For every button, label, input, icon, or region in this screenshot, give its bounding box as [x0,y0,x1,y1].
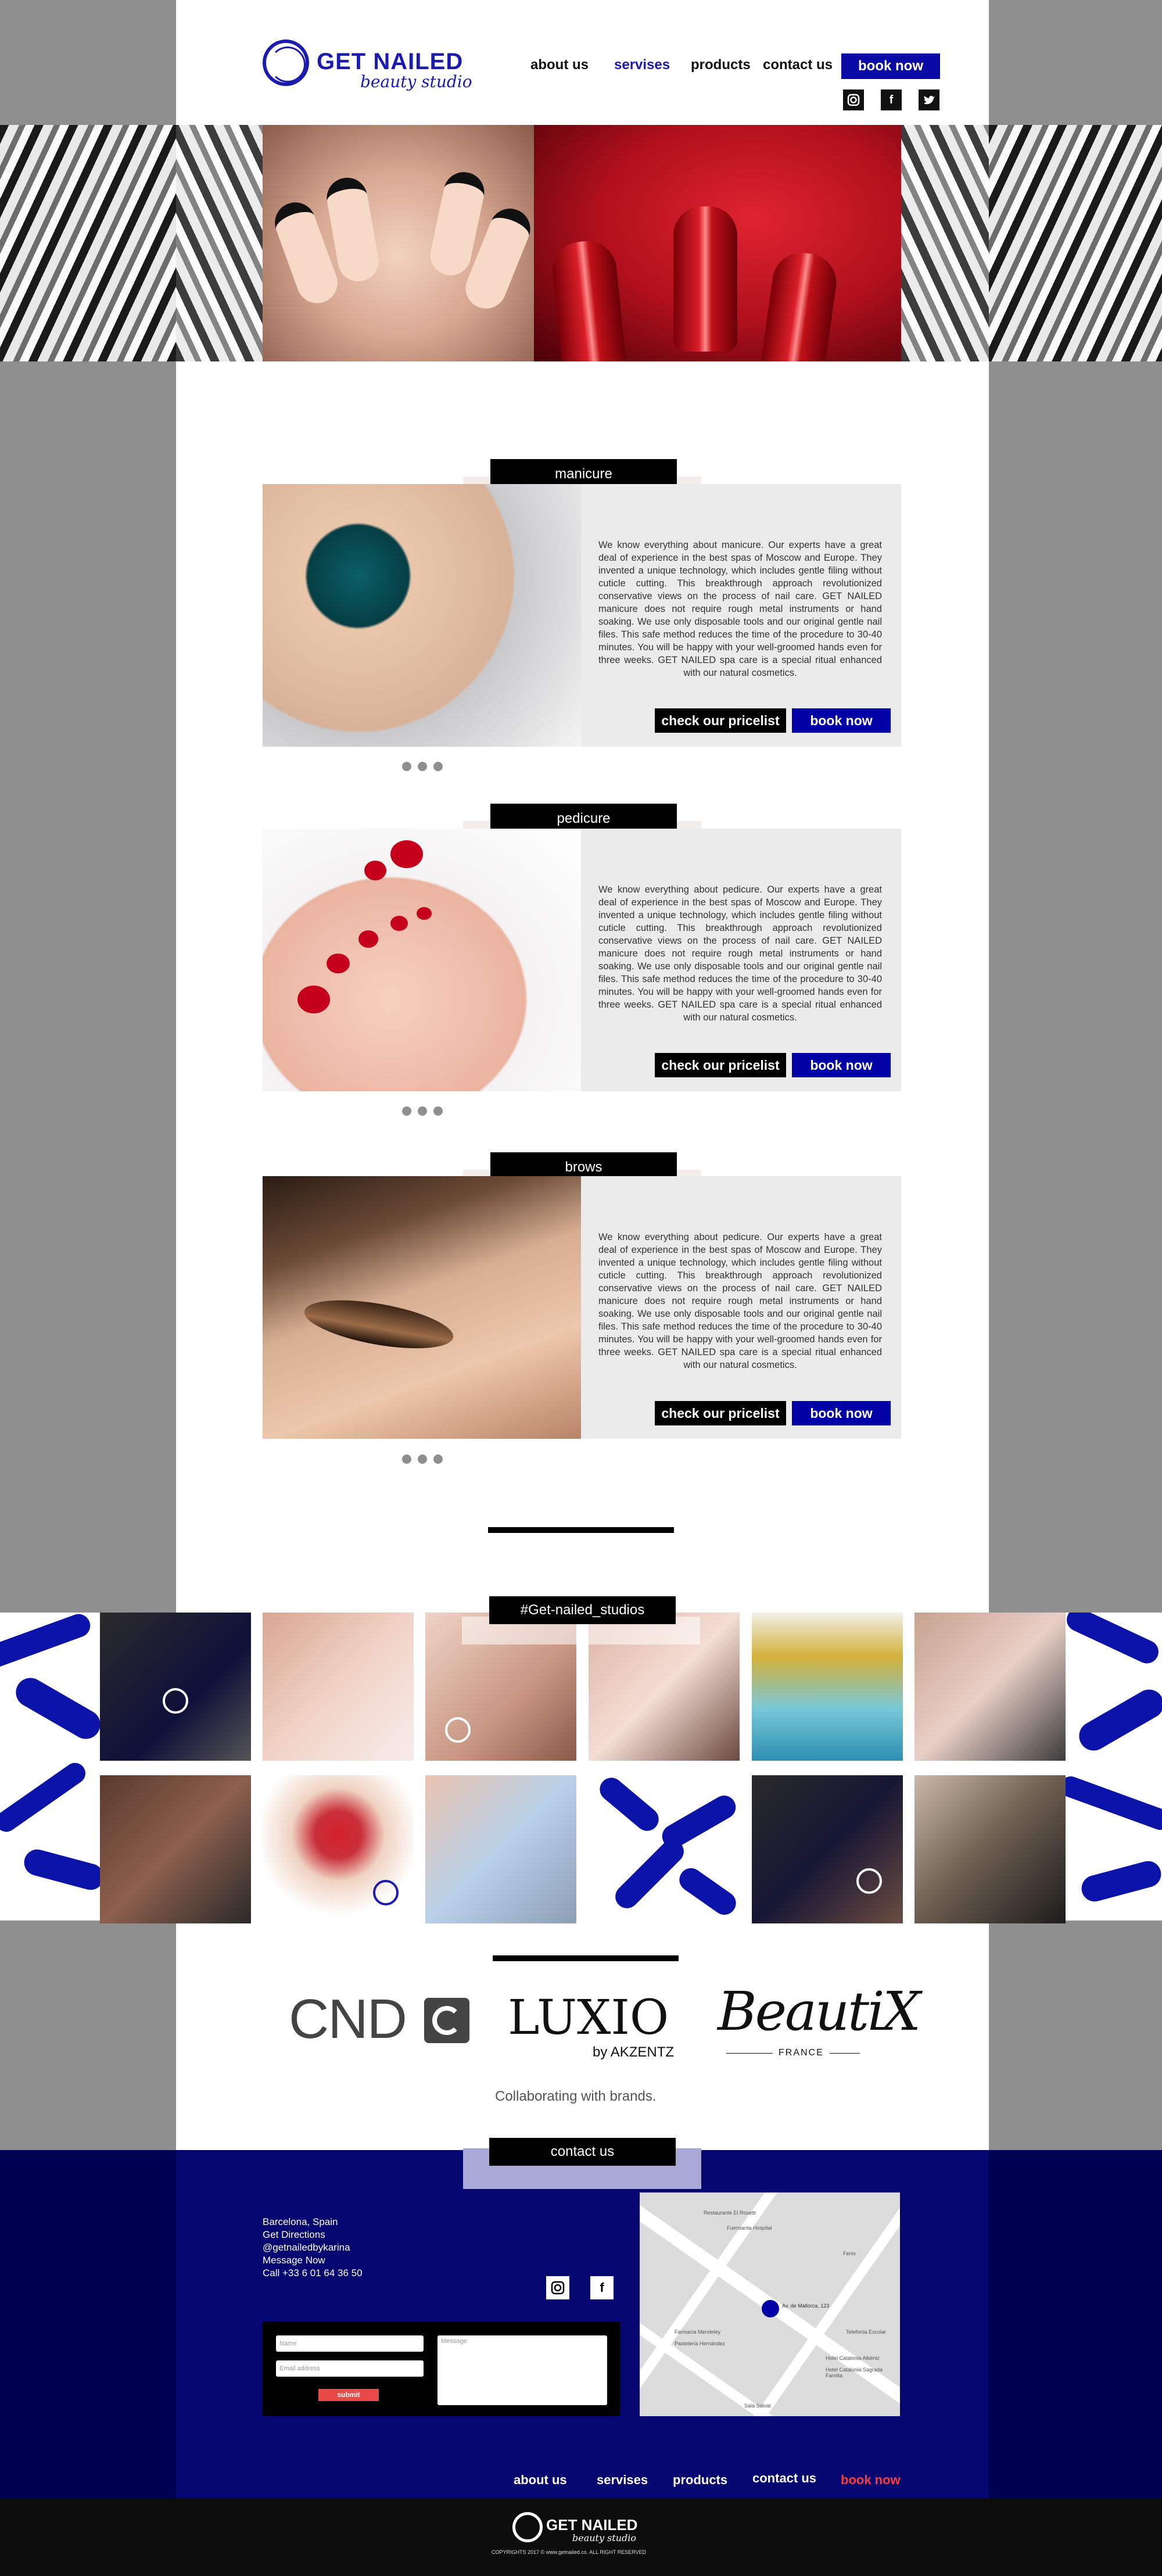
map-label: Farmacia Mendeley [675,2329,721,2335]
message-now-link[interactable]: Message Now [263,2254,325,2267]
submit-button[interactable]: submit [318,2389,379,2401]
facebook-icon[interactable]: f [881,89,902,110]
carousel-dot[interactable] [433,1106,443,1116]
message-field[interactable]: Message [437,2335,607,2405]
map-label: Fuensanta Hospital [727,2225,772,2231]
brand-name[interactable]: GET NAILED [317,49,463,75]
map-label: Pastelería Hernández [675,2341,726,2346]
footer-nav-services[interactable]: servises [597,2473,648,2488]
pricelist-button[interactable]: check our pricelist [655,708,786,733]
brand-logo-cnd: CND [289,1988,407,2050]
hero-leaves-left-inner [176,125,263,361]
hero-image-lips [534,125,901,361]
footer-brand-name[interactable]: GET NAILED [546,2516,637,2534]
instagram-photo[interactable] [914,1613,1066,1761]
manicure-text: We know everything about manicure. Our e… [598,540,882,678]
email-field[interactable]: Email address [276,2360,424,2377]
pedicure-text: We know everything about pedicure. Our e… [598,884,882,1023]
carousel-dot[interactable] [433,762,443,771]
pedicure-image [263,829,581,1091]
map-label: Sala Salvat [744,2403,771,2409]
map-label: Telefonía Escolar [846,2329,887,2335]
instagram-handle[interactable]: @getnailedbykarina [263,2241,350,2254]
twitter-icon[interactable] [919,89,939,110]
instagram-photo[interactable] [914,1775,1066,1923]
instagram-photo[interactable] [263,1775,414,1923]
divider [488,1527,674,1533]
phone-number[interactable]: Call +33 6 01 64 36 50 [263,2267,363,2280]
book-now-button[interactable]: book now [792,708,891,733]
facebook-icon[interactable]: f [590,2276,614,2299]
hero-leaves-right [989,125,1162,361]
nav-about[interactable]: about us [530,57,589,73]
brand-logo-luxio: LUXIO [508,1990,669,2045]
book-now-button[interactable]: book now [841,53,940,79]
instagram-photo[interactable] [100,1775,251,1923]
pricelist-button[interactable]: check our pricelist [655,1053,786,1077]
footer-logo-icon[interactable] [512,2512,543,2542]
copyright: COPYRIGHTS 2017 © www.getnailed.co. ALL … [492,2549,647,2555]
brows-image [263,1176,581,1439]
carousel-dot[interactable] [402,1106,411,1116]
divider [493,1955,679,1961]
instagram-hashtag[interactable]: #Get-nailed_studios [489,1596,676,1624]
map-label: Hotel Catalonia Sagrada Familia [826,2367,883,2378]
manicure-image [263,484,581,747]
instagram-photo[interactable] [100,1613,251,1761]
footer-nav-book[interactable]: book now [841,2473,901,2488]
hero-leaves-right-inner [901,125,989,361]
footer-nav-about[interactable]: about us [514,2473,567,2488]
carousel-dot[interactable] [402,762,411,771]
logo-icon[interactable] [263,40,309,86]
footer-nav-contact[interactable]: contact us [752,2471,816,2486]
contact-address: Barcelona, Spain [263,2216,338,2227]
footer-brand-tagline: beauty studio [572,2532,637,2543]
pricelist-button[interactable]: check our pricelist [655,1401,786,1425]
carousel-dot[interactable] [418,762,427,771]
brand-tagline: beauty studio [360,72,472,91]
brand-logo-beautix-sub: FRANCE [773,2048,830,2058]
book-now-button[interactable]: book now [792,1053,891,1077]
instagram-photo[interactable] [752,1775,903,1923]
instagram-photo[interactable] [589,1775,740,1923]
hero-image-face [263,125,534,361]
nav-services[interactable]: servises [614,57,670,73]
carousel-dot[interactable] [418,1454,427,1464]
instagram-photo[interactable] [752,1613,903,1761]
instagram-icon[interactable] [546,2276,569,2299]
get-directions-link[interactable]: Get Directions [263,2229,325,2241]
footer-nav-products[interactable]: products [673,2473,727,2488]
book-now-button[interactable]: book now [792,1401,891,1425]
contact-label: contact us [489,2138,676,2166]
brand-logo-luxio-sub: by AKZENTZ [593,2044,675,2060]
map-label: Av. de Mallorca, 123 [782,2303,830,2309]
carousel-dot[interactable] [433,1454,443,1464]
instagram-photo[interactable] [263,1613,414,1761]
nav-products[interactable]: products [691,57,751,73]
name-field[interactable]: Name [276,2335,424,2352]
map-label: Fenix [843,2251,856,2256]
cnd-c-icon [424,1998,469,2043]
map-label: Restaurante El Rosetti [704,2210,756,2216]
instagram-photo[interactable] [425,1775,576,1923]
brand-logo-beautix: BeautiX [718,1980,921,2043]
instagram-icon[interactable] [843,89,864,110]
map-pin-icon [762,2300,779,2317]
brands-caption: Collaborating with brands. [495,2088,657,2104]
location-map[interactable]: Restaurante El Rosetti Fuensanta Hospita… [640,2192,900,2416]
map-label: Hotel Catalonia Albéniz [826,2355,880,2361]
carousel-dot[interactable] [402,1454,411,1464]
brows-text: We know everything about pedicure. Our e… [598,1232,882,1370]
nav-contact[interactable]: contact us [763,57,833,73]
hero-leaves-left [0,125,176,361]
carousel-dot[interactable] [418,1106,427,1116]
